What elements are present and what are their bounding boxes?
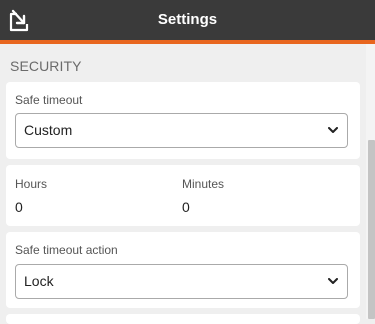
hours-field[interactable]: 0	[15, 199, 23, 215]
hours-label: Hours	[15, 177, 48, 191]
scrollbar-thumb[interactable]	[368, 140, 375, 319]
chevron-down-icon	[328, 127, 338, 134]
safe-timeout-card: Safe timeout Custom	[6, 82, 360, 159]
custom-timeout-card: Hours 0 Minutes 0	[6, 165, 360, 226]
section-title-security: SECURITY	[10, 58, 82, 74]
safe-timeout-value: Custom	[24, 122, 73, 138]
safe-timeout-action-select[interactable]: Lock	[15, 264, 348, 299]
next-setting-card	[6, 314, 360, 324]
chevron-down-icon	[328, 278, 338, 285]
minutes-label: Minutes	[182, 177, 225, 191]
safe-timeout-label: Safe timeout	[15, 93, 83, 107]
safe-timeout-select[interactable]: Custom	[15, 113, 348, 148]
safe-timeout-action-value: Lock	[24, 273, 54, 289]
page-title: Settings	[157, 11, 218, 28]
app-header: Settings	[0, 0, 375, 44]
safe-timeout-action-card: Safe timeout action Lock	[6, 232, 360, 308]
safe-timeout-action-label: Safe timeout action	[15, 243, 118, 257]
minutes-field[interactable]: 0	[182, 199, 190, 215]
